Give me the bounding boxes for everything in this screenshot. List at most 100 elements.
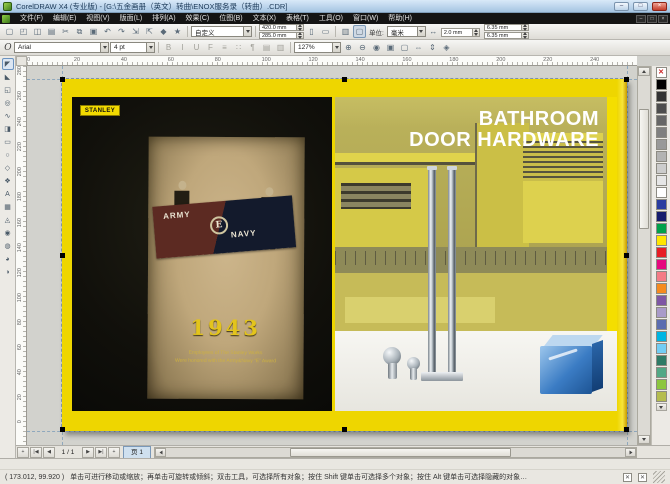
- outline-pen-tool-icon[interactable]: ◍: [2, 240, 14, 252]
- freehand-tool-icon[interactable]: ∿: [2, 110, 14, 122]
- vertical-ruler[interactable]: 280260240220200180160140120100806040200: [16, 66, 27, 445]
- add-page-button[interactable]: +: [17, 447, 29, 458]
- menu-item[interactable]: 文本(X): [248, 13, 281, 24]
- zoom-all-icon[interactable]: ▣: [384, 41, 397, 54]
- edit-text-icon[interactable]: ▤: [260, 41, 273, 54]
- prev-page-button[interactable]: ◀: [43, 447, 55, 458]
- palette-swatch[interactable]: [656, 211, 667, 222]
- duplicate-y-field[interactable]: 6.35 mm: [484, 32, 522, 39]
- current-page-icon[interactable]: ▢: [353, 25, 366, 38]
- menu-item[interactable]: 文件(F): [15, 13, 48, 24]
- palette-swatch[interactable]: [656, 331, 667, 342]
- menu-item[interactable]: 编辑(E): [48, 13, 81, 24]
- scroll-right-icon[interactable]: [625, 448, 636, 457]
- palette-swatch[interactable]: [656, 391, 667, 402]
- palette-swatch[interactable]: [656, 355, 667, 366]
- menu-item[interactable]: 表格(T): [281, 13, 314, 24]
- palette-swatch[interactable]: [656, 175, 667, 186]
- selection-handle-n[interactable]: [342, 77, 347, 82]
- menu-item[interactable]: 视图(V): [81, 13, 114, 24]
- left-page-black-panel[interactable]: STANLEY ARMY NAVY E 1943 Employees of Th…: [72, 97, 332, 411]
- table-tool-icon[interactable]: ▦: [2, 201, 14, 213]
- palette-swatch[interactable]: [656, 79, 667, 90]
- selection-handle-se[interactable]: [624, 427, 629, 432]
- palette-swatch[interactable]: [656, 91, 667, 102]
- palette-down-icon[interactable]: [656, 403, 667, 411]
- brochure-spread-object[interactable]: STANLEY ARMY NAVY E 1943 Employees of Th…: [62, 79, 627, 431]
- shape-tool-icon[interactable]: ◣: [2, 71, 14, 83]
- vertical-scrollbar[interactable]: [637, 66, 651, 445]
- page-tab[interactable]: 页 1: [123, 446, 151, 458]
- menu-item[interactable]: 位图(B): [214, 13, 247, 24]
- duplicate-x-field[interactable]: 6.35 mm: [484, 24, 522, 31]
- palette-swatch[interactable]: [656, 151, 667, 162]
- zoom-page-icon[interactable]: ▢: [398, 41, 411, 54]
- pick-tool-icon[interactable]: ◤: [2, 58, 14, 70]
- right-page-photo-panel[interactable]: BATHROOM DOOR HARDWARE: [335, 97, 617, 411]
- ellipse-tool-icon[interactable]: ○: [2, 149, 14, 161]
- doc-close-button[interactable]: ×: [658, 15, 668, 23]
- character-formatting-icon[interactable]: F: [204, 41, 217, 54]
- palette-swatch[interactable]: [656, 235, 667, 246]
- palette-swatch[interactable]: [656, 295, 667, 306]
- welcome-screen-icon[interactable]: ★: [171, 25, 184, 38]
- doc-restore-button[interactable]: □: [647, 15, 657, 23]
- all-pages-icon[interactable]: ▥: [339, 25, 352, 38]
- text-tool-icon[interactable]: A: [2, 188, 14, 200]
- palette-swatch[interactable]: [656, 223, 667, 234]
- palette-swatch[interactable]: [656, 283, 667, 294]
- new-icon[interactable]: ▢: [3, 25, 16, 38]
- selection-handle-ne[interactable]: [624, 77, 629, 82]
- font-name-combo[interactable]: Arial: [14, 42, 109, 53]
- polygon-tool-icon[interactable]: ◇: [2, 162, 14, 174]
- redo-icon[interactable]: ↷: [115, 25, 128, 38]
- resize-grip[interactable]: [653, 471, 665, 483]
- ruler-origin-button[interactable]: [16, 56, 27, 66]
- crop-tool-icon[interactable]: ◱: [2, 84, 14, 96]
- scroll-down-icon[interactable]: [638, 435, 650, 444]
- zoom-tool-icon[interactable]: ◎: [2, 97, 14, 109]
- palette-swatch[interactable]: [656, 187, 667, 198]
- stanley-logo[interactable]: STANLEY: [80, 105, 120, 116]
- print-icon[interactable]: ▤: [45, 25, 58, 38]
- menu-item[interactable]: 效果(C): [181, 13, 215, 24]
- palette-swatch[interactable]: [656, 139, 667, 150]
- close-button[interactable]: ×: [652, 2, 667, 11]
- fill-tool-icon[interactable]: ◕: [2, 253, 14, 265]
- selection-handle-s[interactable]: [342, 427, 347, 432]
- scroll-left-icon[interactable]: [155, 448, 166, 457]
- align-icon[interactable]: ≡: [218, 41, 231, 54]
- palette-swatch[interactable]: [656, 319, 667, 330]
- last-page-button[interactable]: ▶|: [95, 447, 107, 458]
- export-icon[interactable]: ⇱: [143, 25, 156, 38]
- paper-height-field[interactable]: 285.0 mm: [259, 32, 297, 39]
- selection-handle-e[interactable]: [624, 253, 629, 258]
- chevron-down-icon[interactable]: [146, 42, 155, 53]
- chevron-down-icon[interactable]: [243, 26, 252, 37]
- selection-handle-sw[interactable]: [60, 427, 65, 432]
- units-combo[interactable]: 毫米: [387, 26, 426, 37]
- nudge-offset-field[interactable]: 2.0 mm: [441, 28, 473, 37]
- drop-cap-icon[interactable]: ¶: [246, 41, 259, 54]
- landscape-icon[interactable]: ▭: [319, 25, 332, 38]
- zoom-selected-icon[interactable]: ◉: [370, 41, 383, 54]
- vintage-poster[interactable]: ARMY NAVY E 1943 Employees of The Stanle…: [147, 137, 304, 400]
- palette-swatch[interactable]: [656, 343, 667, 354]
- paper-height-spinner[interactable]: [297, 32, 304, 39]
- blend-tool-icon[interactable]: ◬: [2, 214, 14, 226]
- open-icon[interactable]: ◰: [17, 25, 30, 38]
- basic-shapes-tool-icon[interactable]: ❖: [2, 175, 14, 187]
- zoom-width-icon[interactable]: ⇔: [412, 41, 425, 54]
- menu-item[interactable]: 工具(O): [314, 13, 348, 24]
- eyedropper-tool-icon[interactable]: ◉: [2, 227, 14, 239]
- horizontal-ruler[interactable]: 020406080100120140160180200220240: [27, 56, 637, 66]
- vertical-scroll-thumb[interactable]: [639, 109, 649, 229]
- palette-swatch[interactable]: [656, 199, 667, 210]
- smart-fill-tool-icon[interactable]: ◨: [2, 123, 14, 135]
- palette-swatch[interactable]: [656, 259, 667, 270]
- palette-swatch[interactable]: [656, 271, 667, 282]
- zoom-out-icon[interactable]: ⊖: [356, 41, 369, 54]
- text-frame-icon[interactable]: ▥: [274, 41, 287, 54]
- zoom-in-icon[interactable]: ⊕: [342, 41, 355, 54]
- interactive-fill-tool-icon[interactable]: ◑: [2, 266, 14, 278]
